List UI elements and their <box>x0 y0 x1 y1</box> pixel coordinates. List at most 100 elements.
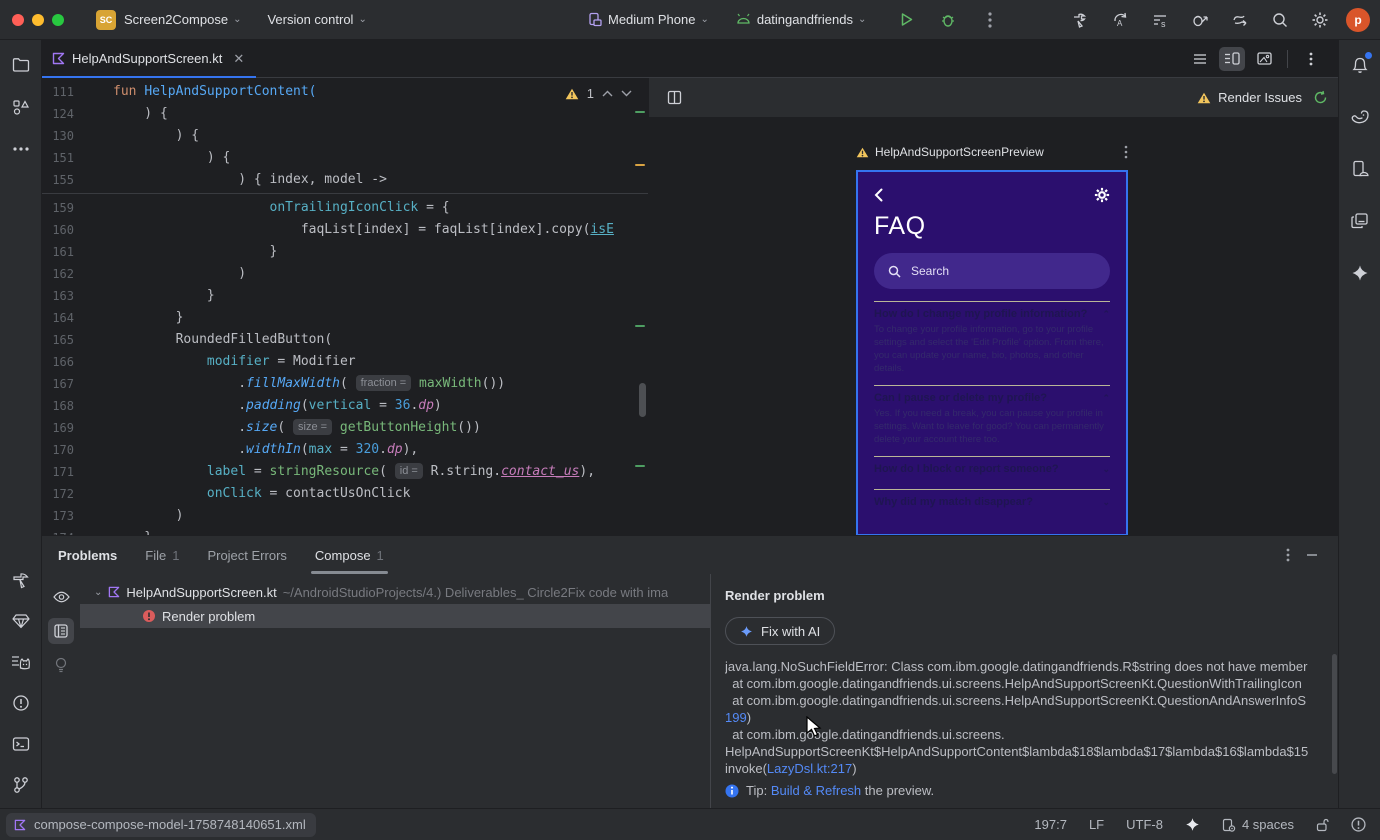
code-line-151[interactable]: 151) { <box>42 147 648 169</box>
version-control-icon[interactable] <box>6 770 36 800</box>
refresh-icon[interactable] <box>1313 90 1328 105</box>
file-encoding[interactable]: UTF-8 <box>1126 817 1163 832</box>
code-line-164[interactable]: 164} <box>42 307 648 329</box>
code-line-165[interactable]: 165 RoundedFilledButton( <box>42 329 648 351</box>
ai-status-icon[interactable] <box>1185 817 1200 832</box>
terminal-icon[interactable] <box>6 729 36 759</box>
chevron-down-icon[interactable]: ⌄ <box>94 587 102 598</box>
editor-scrollbar[interactable] <box>639 383 646 417</box>
code-line-124[interactable]: 124) { <box>42 103 648 125</box>
build-refresh-link[interactable]: Build & Refresh <box>771 783 861 798</box>
code-line-166[interactable]: 166 modifier = Modifier <box>42 351 648 373</box>
inspection-widget[interactable]: 1 <box>565 86 632 101</box>
run-button[interactable] <box>892 6 920 34</box>
search-icon[interactable] <box>1266 6 1294 34</box>
project-folder-icon[interactable] <box>6 50 36 80</box>
build-hammer-icon[interactable] <box>6 565 36 595</box>
ai-actions-icon[interactable]: A <box>1106 6 1134 34</box>
preview-layout-icon[interactable] <box>661 86 687 110</box>
panel-options-icon[interactable] <box>1286 548 1290 562</box>
detail-scrollbar[interactable] <box>1332 654 1337 774</box>
code-line-167[interactable]: 167 .fillMaxWidth( fraction = maxWidth()) <box>42 373 648 395</box>
resource-manager-icon[interactable] <box>6 92 36 122</box>
quick-fix-bulb-icon[interactable] <box>48 652 74 678</box>
build-icon[interactable] <box>1066 6 1094 34</box>
attach-debugger-icon[interactable] <box>1186 6 1214 34</box>
code-line-160[interactable]: 160 faqList[index] = faqList[index].copy(… <box>42 219 648 241</box>
editor-more-options-icon[interactable] <box>1298 47 1324 71</box>
back-icon[interactable] <box>874 188 883 202</box>
indent-config[interactable]: 4 spaces <box>1222 817 1294 832</box>
code-line-111[interactable]: 111 fun HelpAndSupportContent( <box>42 81 648 103</box>
code-line-169[interactable]: 169 .size( size = getButtonHeight()) <box>42 417 648 439</box>
code-line-172[interactable]: 172 onClick = contactUsOnClick <box>42 483 648 505</box>
status-file-item[interactable]: compose-compose-model-1758748140651.xml <box>6 812 316 837</box>
project-menu[interactable]: Screen2Compose ⌄ <box>124 12 241 27</box>
app-insights-icon[interactable] <box>6 606 36 636</box>
faq-question[interactable]: How do I change my profile information? ⌃ <box>874 308 1110 320</box>
settings-icon[interactable] <box>1306 6 1334 34</box>
tab-help-and-support-screen[interactable]: HelpAndSupportScreen.kt ✕ <box>42 40 257 79</box>
stack-trace-link[interactable]: LazyDsl.kt:217 <box>767 761 852 776</box>
editor-view-design-icon[interactable] <box>1251 47 1277 71</box>
notifications-bell-icon[interactable] <box>1345 50 1375 80</box>
sync-icon[interactable] <box>1226 6 1254 34</box>
gear-icon[interactable] <box>1094 187 1110 203</box>
more-actions-button[interactable] <box>976 6 1004 34</box>
run-configuration-selector[interactable]: datingandfriends ⌄ <box>735 12 866 27</box>
gemini-icon[interactable] <box>1345 258 1375 288</box>
tab-close-icon[interactable]: ✕ <box>233 51 244 67</box>
prev-issue-icon[interactable] <box>602 90 613 97</box>
code-line-174[interactable]: 174} <box>42 527 648 535</box>
problems-icon[interactable] <box>6 688 36 718</box>
code-line-161[interactable]: 161} <box>42 241 648 263</box>
code-editor[interactable]: 111 fun HelpAndSupportContent(124) {130) … <box>42 78 648 535</box>
device-explorer-icon[interactable] <box>1345 206 1375 236</box>
debug-button[interactable] <box>934 6 962 34</box>
avatar[interactable]: p <box>1346 7 1370 32</box>
code-line-162[interactable]: 162) <box>42 263 648 285</box>
preview-menu-icon[interactable] <box>1124 145 1128 159</box>
tab-compose[interactable]: Compose 1 <box>310 536 388 574</box>
code-line-171[interactable]: 171 label = stringResource( id = R.string… <box>42 461 648 483</box>
caret-position[interactable]: 197:7 <box>1034 817 1067 832</box>
window-minimize-button[interactable] <box>32 13 44 26</box>
faq-question[interactable]: Can I pause or delete my profile? ⌃ <box>874 392 1110 404</box>
window-zoom-button[interactable] <box>52 13 64 26</box>
line-ending[interactable]: LF <box>1089 817 1104 832</box>
running-devices-icon[interactable] <box>1345 154 1375 184</box>
faq-question[interactable]: How do I block or report someone? ⌄ <box>874 463 1110 475</box>
device-selector[interactable]: Medium Phone ⌄ <box>588 12 709 27</box>
code-line-168[interactable]: 168 .padding(vertical = 36.dp) <box>42 395 648 417</box>
search-input[interactable]: Search <box>874 253 1110 289</box>
window-close-button[interactable] <box>12 13 24 26</box>
logcat-icon[interactable] <box>6 647 36 677</box>
code-line-130[interactable]: 130) { <box>42 125 648 147</box>
code-line-159[interactable]: 159 onTrailingIconClick = { <box>42 197 648 219</box>
stack-trace-link[interactable]: 199 <box>725 710 747 725</box>
version-control-menu[interactable]: Version control ⌄ <box>267 12 366 27</box>
phone-preview[interactable]: FAQ Search How do I change my profile in… <box>856 170 1128 535</box>
details-view-icon[interactable] <box>48 618 74 644</box>
tab-project-errors[interactable]: Project Errors <box>207 536 286 574</box>
code-line-170[interactable]: 170 .widthIn(max = 320.dp), <box>42 439 648 461</box>
gradle-icon[interactable] <box>1345 102 1375 132</box>
code-line-155[interactable]: 155) { index, model -> <box>42 169 648 191</box>
editor-view-code-icon[interactable] <box>1187 47 1213 71</box>
tree-file-row[interactable]: ⌄ HelpAndSupportScreen.kt ~/AndroidStudi… <box>80 580 710 604</box>
hide-panel-icon[interactable] <box>1306 548 1318 562</box>
next-issue-icon[interactable] <box>621 90 632 97</box>
preview-eye-icon[interactable] <box>48 584 74 610</box>
editor-view-split-icon[interactable] <box>1219 46 1245 71</box>
code-line-173[interactable]: 173) <box>42 505 648 527</box>
code-line-163[interactable]: 163} <box>42 285 648 307</box>
profiler-icon[interactable]: s <box>1146 6 1174 34</box>
write-access-lock-icon[interactable] <box>1316 818 1329 832</box>
event-log-icon[interactable] <box>1351 817 1366 832</box>
tree-problem-row[interactable]: Render problem <box>80 604 710 628</box>
render-issues-button[interactable]: Render Issues <box>1197 90 1328 105</box>
fix-with-ai-button[interactable]: Fix with AI <box>725 617 836 645</box>
tab-file[interactable]: File 1 <box>145 536 179 574</box>
more-tools-icon[interactable] <box>6 134 36 164</box>
faq-question[interactable]: Why did my match disappear? ⌄ <box>874 496 1110 508</box>
